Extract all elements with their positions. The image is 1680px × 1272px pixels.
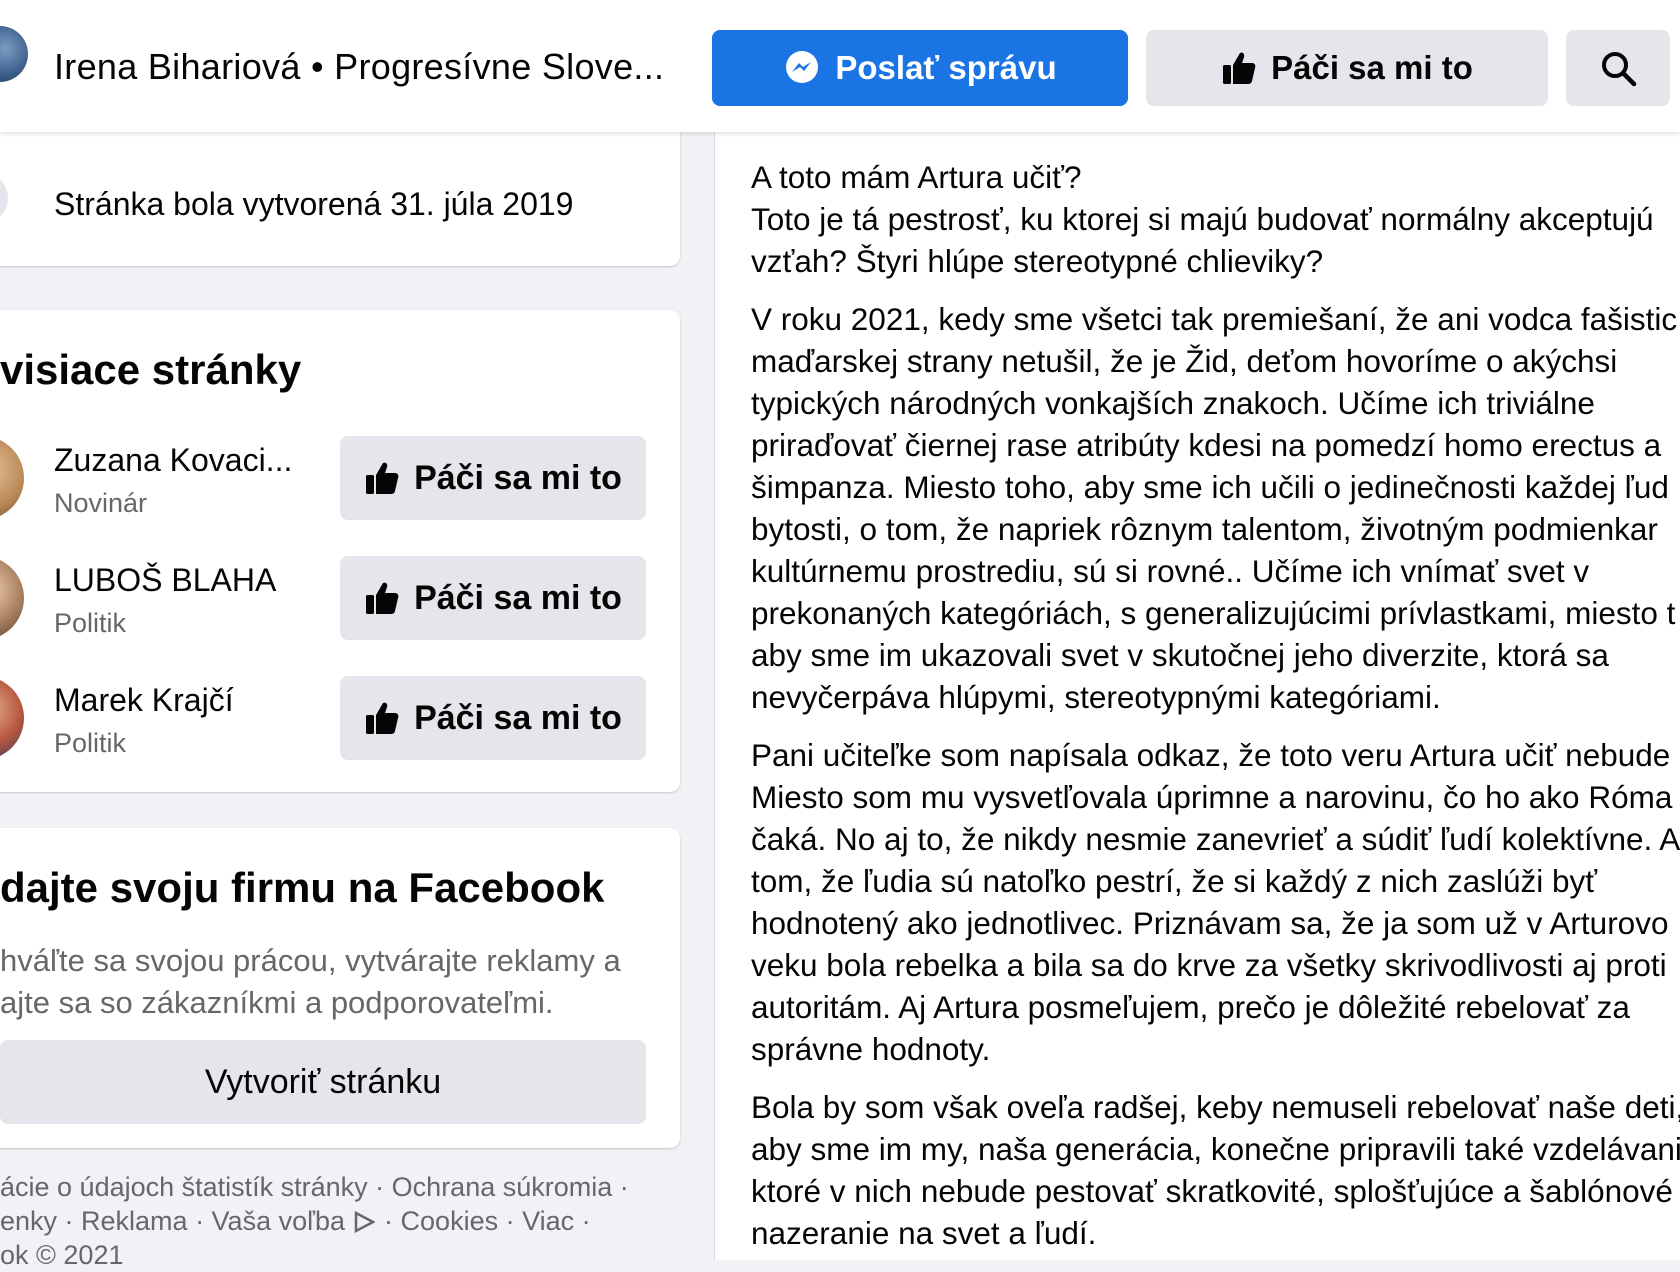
post-line: Bola by som však oveľa radšej, keby nemu… (751, 1089, 1680, 1125)
page-title[interactable]: Irena Bihariová • Progresívne Slove... (54, 46, 664, 88)
footer-line: enky · Reklama · Vaša voľba · Cookies · … (0, 1204, 629, 1238)
post-line: vzťah? Štyri hlúpe stereotypné chlieviky… (751, 243, 1324, 279)
create-page-button[interactable]: Vytvoriť stránku (0, 1040, 646, 1124)
search-icon (1602, 52, 1637, 87)
send-message-button[interactable]: Poslať správu (712, 30, 1128, 106)
post-line: maďarskej strany netušil, že je Žid, deť… (751, 343, 1618, 379)
related-page-item[interactable]: LUBOŠ BLAHA Politik Páči sa mi to (0, 550, 680, 646)
related-page-category: Novinár (54, 488, 148, 518)
avatar[interactable] (0, 556, 24, 640)
post-paragraph: V roku 2021, kedy sme všetci tak premieš… (751, 298, 1680, 718)
post-line: priraďovať čiernej rase atribúty kdesi n… (751, 427, 1662, 463)
post-line: Toto je tá pestrosť, ku ktorej si majú b… (751, 201, 1654, 237)
avatar[interactable] (0, 436, 24, 520)
thumbs-up-icon (366, 462, 399, 494)
create-page-promo-card: dajte svoju firmu na Facebook hváľte sa … (0, 828, 680, 1148)
promo-description-line: hváľte sa svojou prácou, vytvárajte rekl… (0, 943, 621, 978)
post-line: čaká. No aj to, že nikdy nesmie zanevrie… (751, 821, 1680, 857)
related-page-item[interactable]: Zuzana Kovaci... Novinár Páči sa mi to (0, 430, 680, 526)
post-line: ktoré v nich nebude pestovať skratkovité… (751, 1173, 1673, 1209)
post-line: Pani učiteľke som napísala odkaz, že tot… (751, 737, 1671, 773)
create-page-label: Vytvoriť stránku (204, 1062, 442, 1101)
page-created-text: Stránka bola vytvorená 31. júla 2019 (54, 186, 574, 222)
post-paragraph: Pani učiteľke som napísala odkaz, že tot… (751, 734, 1680, 1070)
footer-link[interactable]: enky · Reklama · Vaša voľba (0, 1206, 345, 1236)
related-pages-card: visiace stránky Zuzana Kovaci... Novinár… (0, 310, 680, 792)
like-page-label: Páči sa mi to (1271, 49, 1473, 86)
promo-title: dajte svoju firmu na Facebook (0, 864, 605, 911)
send-message-label: Poslať správu (835, 49, 1057, 86)
related-page-item[interactable]: Marek Krajčí Politik Páči sa mi to (0, 670, 680, 766)
related-page-name[interactable]: Marek Krajčí (54, 682, 234, 719)
thumbs-up-icon (366, 702, 399, 734)
promo-description: hváľte sa svojou prácou, vytvárajte rekl… (0, 940, 621, 1024)
post-line: kultúrnemu prostrediu, sú si rovné.. Učí… (751, 553, 1590, 589)
left-sidebar: Stránka bola vytvorená 31. júla 2019 vis… (0, 92, 682, 1270)
like-button[interactable]: Páči sa mi to (340, 436, 646, 520)
post-body-panel: A toto mám Artura učiť? Toto je tá pestro… (714, 132, 1680, 1260)
post-line: Miesto som mu vysvetľovala úprimne a nar… (751, 779, 1673, 815)
flag-icon (0, 172, 8, 224)
post-line: prekonaných kategóriách, s generalizujúc… (751, 595, 1676, 631)
post-line: A toto mám Artura učiť? (751, 159, 1082, 195)
post-line: nevyčerpáva hlúpymi, stereotypnými kateg… (751, 679, 1441, 715)
like-label: Páči sa mi to (414, 578, 622, 617)
post-line: aby sme im ukazovali svet v skutočnej je… (751, 637, 1609, 673)
like-button[interactable]: Páči sa mi to (340, 676, 646, 760)
post-line: autoritám. Aj Artura posmeľujem, prečo j… (751, 989, 1630, 1025)
messenger-icon (786, 51, 819, 83)
avatar[interactable] (0, 676, 24, 760)
post-line: šimpanza. Miesto toho, aby sme ich učili… (751, 469, 1669, 505)
post-line: nazeranie na svet a ľudí. (751, 1215, 1097, 1251)
related-page-category: Politik (54, 608, 127, 638)
like-page-button[interactable]: Páči sa mi to (1146, 30, 1548, 106)
related-page-name[interactable]: LUBOŠ BLAHA (54, 562, 276, 599)
page-header-bar: Irena Bihariová • Progresívne Slove... P… (0, 0, 1680, 132)
post-line: bytosti, o tom, že napriek rôznym talent… (751, 511, 1658, 547)
related-pages-title: visiace stránky (0, 346, 302, 393)
related-page-name[interactable]: Zuzana Kovaci... (54, 442, 292, 479)
related-page-category: Politik (54, 728, 127, 758)
page-avatar[interactable] (0, 26, 28, 82)
thumbs-up-icon (1223, 52, 1256, 84)
ad-choices-icon[interactable] (353, 1210, 377, 1234)
post-line: veku bola rebelka a bila sa do krve za v… (751, 947, 1667, 983)
like-label: Páči sa mi to (414, 458, 622, 497)
post-line: typických národných vonkajších znakoch. … (751, 385, 1595, 421)
search-button[interactable] (1566, 30, 1670, 106)
post-line: aby sme im my, naša generácia, konečne p… (751, 1131, 1680, 1167)
post-paragraph: A toto mám Artura učiť? Toto je tá pestro… (751, 156, 1680, 282)
footer-copyright: ok © 2021 (0, 1240, 124, 1270)
post-line: hodnotený ako jednotlivec. Priznávam sa,… (751, 905, 1669, 941)
like-label: Páči sa mi to (414, 698, 622, 737)
promo-description-line: ajte sa so zákazníkmi a podporovateľmi. (0, 985, 554, 1020)
thumbs-up-icon (366, 582, 399, 614)
footer-links: ácie o údajoch štatistík stránky · Ochra… (0, 1170, 629, 1272)
footer-line[interactable]: ácie o údajoch štatistík stránky · Ochra… (0, 1170, 629, 1204)
post-text: A toto mám Artura učiť? Toto je tá pestro… (751, 156, 1680, 1270)
post-line: V roku 2021, kedy sme všetci tak premieš… (751, 301, 1678, 337)
post-line: tom, že ľudia sú natoľko pestrí, že si k… (751, 863, 1598, 899)
post-paragraph: Bola by som však oveľa radšej, keby nemu… (751, 1086, 1680, 1254)
footer-link[interactable]: · Cookies · Viac · (384, 1206, 591, 1236)
post-line: správne hodnoty. (751, 1031, 991, 1067)
like-button[interactable]: Páči sa mi to (340, 556, 646, 640)
